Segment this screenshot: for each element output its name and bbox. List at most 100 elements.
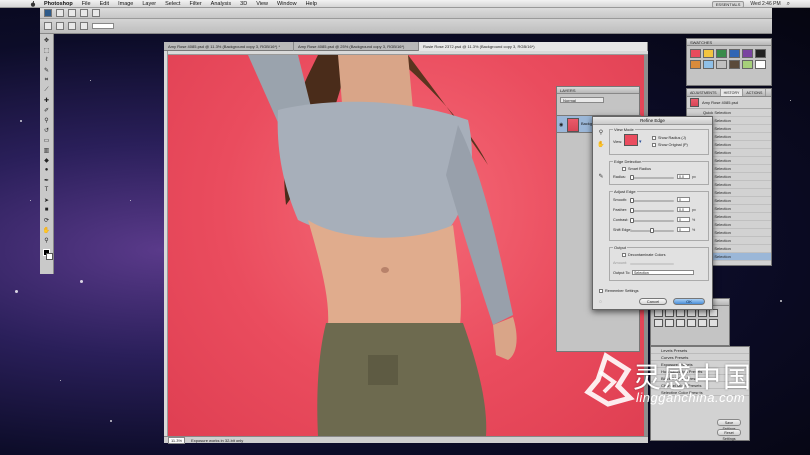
- radius-slider[interactable]: [630, 175, 674, 180]
- menu-help[interactable]: Help: [306, 1, 317, 7]
- spotlight-icon[interactable]: ⌕: [787, 1, 790, 8]
- cancel-button[interactable]: Cancel: [639, 298, 667, 305]
- swatch[interactable]: [729, 60, 740, 69]
- swatch[interactable]: [755, 60, 766, 69]
- shift-edge-input[interactable]: 0: [677, 227, 690, 232]
- subtract-selection-icon[interactable]: [80, 22, 88, 30]
- gradient-tool-icon[interactable]: ▥: [43, 146, 51, 154]
- marquee-tool-icon[interactable]: ⬚: [43, 46, 51, 54]
- shift-edge-slider[interactable]: [630, 228, 674, 233]
- swatch[interactable]: [703, 60, 714, 69]
- radius-slider-knob[interactable]: [630, 175, 634, 180]
- swatch[interactable]: [742, 60, 753, 69]
- exposure-icon[interactable]: [687, 309, 696, 317]
- document-tab-2[interactable]: Amy Rose 4085.psd @ 25% (Background copy…: [294, 42, 419, 51]
- hue-saturation-icon[interactable]: [709, 309, 718, 317]
- clone-stamp-tool-icon[interactable]: ⚲: [43, 116, 51, 124]
- black-white-icon[interactable]: [665, 319, 674, 327]
- swatch[interactable]: [703, 49, 714, 58]
- tab-actions[interactable]: ACTIONS: [743, 89, 767, 96]
- new-selection-icon[interactable]: [56, 22, 64, 30]
- radius-input[interactable]: 0.0: [677, 174, 690, 179]
- brush-tool-icon[interactable]: ✐: [43, 106, 51, 114]
- brush-size-field[interactable]: [92, 23, 114, 29]
- smooth-slider[interactable]: [630, 198, 674, 203]
- shift-edge-slider-knob[interactable]: [650, 228, 654, 233]
- background-color-swatch[interactable]: [46, 253, 53, 260]
- contrast-slider-knob[interactable]: [630, 218, 634, 223]
- blend-mode-select[interactable]: Normal: [560, 97, 604, 103]
- type-tool-icon[interactable]: T: [43, 186, 51, 194]
- tab-history[interactable]: HISTORY: [720, 89, 744, 96]
- decontaminate-checkbox[interactable]: [622, 253, 626, 257]
- blur-tool-icon[interactable]: ◆: [43, 156, 51, 164]
- photo-filter-icon[interactable]: [676, 319, 685, 327]
- curves-icon[interactable]: [676, 309, 685, 317]
- remember-settings-checkbox[interactable]: [599, 289, 603, 293]
- swatch[interactable]: [729, 49, 740, 58]
- channel-mixer-icon[interactable]: [687, 319, 696, 327]
- save-settings-button[interactable]: Save Settings: [717, 419, 741, 431]
- amount-slider[interactable]: [630, 263, 674, 265]
- feather-input[interactable]: 0.0: [677, 207, 690, 212]
- history-snapshot[interactable]: Amy Rose 4085.psd: [687, 97, 771, 109]
- menu-layer[interactable]: Layer: [142, 1, 156, 7]
- lasso-tool-icon[interactable]: ℓ: [43, 56, 51, 64]
- move-tool-icon[interactable]: ✥: [43, 36, 51, 44]
- menu-filter[interactable]: Filter: [189, 1, 201, 7]
- invert-icon[interactable]: [698, 319, 707, 327]
- eraser-tool-icon[interactable]: ▭: [43, 136, 51, 144]
- swatch[interactable]: [716, 60, 727, 69]
- zoom-tool-icon[interactable]: ⚲: [597, 129, 605, 137]
- contrast-slider[interactable]: [630, 218, 674, 223]
- smooth-input[interactable]: 0: [677, 197, 690, 202]
- add-to-selection-icon[interactable]: [68, 22, 76, 30]
- menu-app-name[interactable]: Photoshop: [44, 1, 73, 7]
- hand-tool-icon[interactable]: ✋: [43, 226, 51, 234]
- shape-tool-icon[interactable]: ■: [43, 206, 51, 214]
- pen-tool-icon[interactable]: ✒: [43, 176, 51, 184]
- reset-settings-button[interactable]: Reset Settings: [717, 429, 741, 441]
- menu-edit[interactable]: Edit: [100, 1, 109, 7]
- quick-selection-tool-icon[interactable]: ✎: [43, 66, 51, 74]
- brightness-icon[interactable]: [654, 309, 663, 317]
- levels-icon[interactable]: [665, 309, 674, 317]
- menu-file[interactable]: File: [82, 1, 91, 7]
- menu-image[interactable]: Image: [118, 1, 133, 7]
- show-original-checkbox[interactable]: [652, 143, 656, 147]
- posterize-icon[interactable]: [709, 319, 718, 327]
- menu-select[interactable]: Select: [165, 1, 180, 7]
- arrange-documents-icon[interactable]: [92, 9, 100, 17]
- crop-tool-icon[interactable]: ⌗: [43, 76, 51, 84]
- eye-icon[interactable]: ◉: [559, 122, 563, 128]
- smooth-slider-knob[interactable]: [630, 198, 634, 203]
- dodge-tool-icon[interactable]: ●: [43, 166, 51, 174]
- menu-analysis[interactable]: Analysis: [211, 1, 231, 7]
- show-radius-checkbox[interactable]: [652, 136, 656, 140]
- output-to-select[interactable]: Selection: [632, 270, 694, 275]
- feather-slider-knob[interactable]: [630, 208, 634, 213]
- zoom-tool-icon[interactable]: ⚲: [43, 236, 51, 244]
- smart-radius-checkbox[interactable]: [622, 167, 626, 171]
- refine-radius-tool-icon[interactable]: ✎: [597, 173, 605, 181]
- swatch[interactable]: [690, 60, 701, 69]
- feather-slider[interactable]: [630, 208, 674, 213]
- healing-tool-icon[interactable]: ✚: [43, 96, 51, 104]
- color-balance-icon[interactable]: [654, 319, 663, 327]
- eyedropper-tool-icon[interactable]: ⟋: [43, 86, 51, 94]
- view-thumbnail[interactable]: [624, 134, 638, 146]
- history-brush-tool-icon[interactable]: ↺: [43, 126, 51, 134]
- contrast-input[interactable]: 0: [677, 217, 690, 222]
- quick-selection-tool-icon[interactable]: [44, 22, 52, 30]
- document-tab-3[interactable]: Rosie Rose 2372.psd @ 11.3% (Background …: [419, 42, 648, 51]
- zoom-field[interactable]: 11.3%: [168, 436, 186, 444]
- mini-bridge-icon[interactable]: [68, 9, 76, 17]
- 3d-rotate-tool-icon[interactable]: ⟳: [43, 216, 51, 224]
- path-selection-tool-icon[interactable]: ➤: [43, 196, 51, 204]
- swatch[interactable]: [716, 49, 727, 58]
- tab-adjustments[interactable]: ADJUSTMENTS: [687, 89, 721, 96]
- zoom-level-icon[interactable]: [80, 9, 88, 17]
- hand-tool-icon[interactable]: ✋: [597, 141, 605, 149]
- menu-view[interactable]: View: [256, 1, 268, 7]
- document-tab-1[interactable]: Amy Rose 4085.psd @ 11.3% (Background co…: [164, 42, 294, 51]
